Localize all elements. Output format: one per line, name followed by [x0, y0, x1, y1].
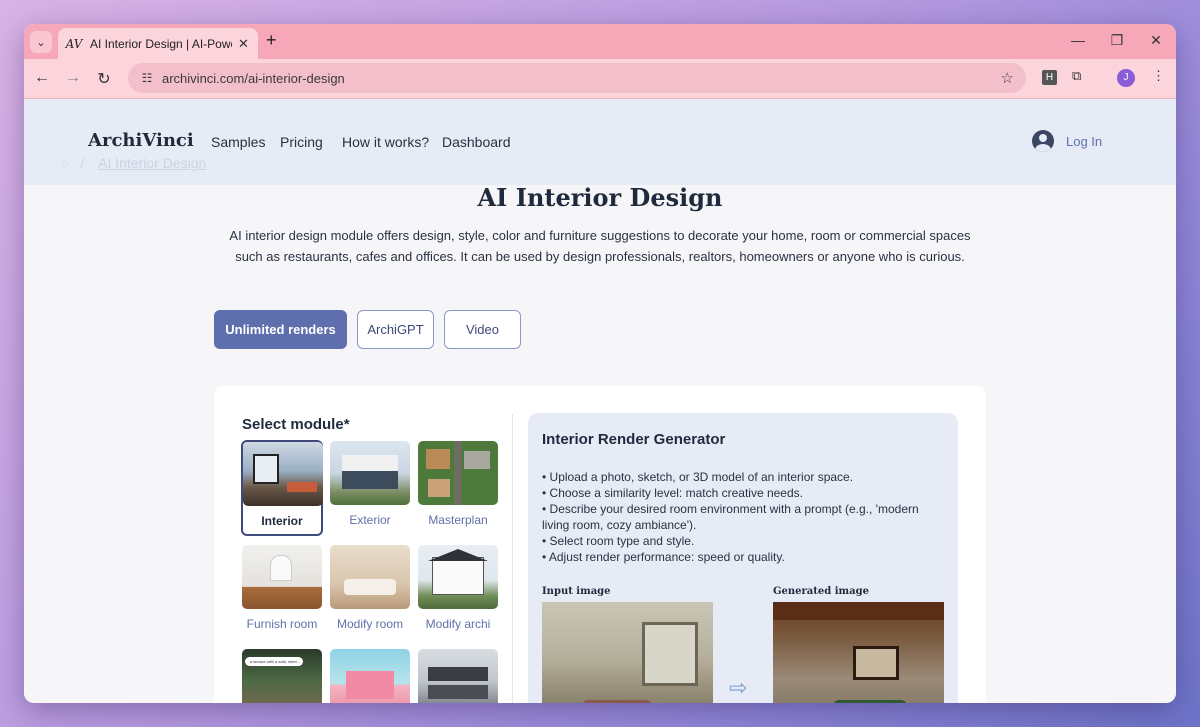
card-divider [512, 414, 513, 703]
tab-unlimited-renders[interactable]: Unlimited renders [214, 310, 347, 349]
nav-dashboard[interactable]: Dashboard [442, 134, 511, 150]
restore-icon[interactable]: ❐ [1107, 32, 1127, 49]
list-item: Describe your desired room environment w… [542, 501, 942, 533]
site-settings-icon[interactable]: ☷ [138, 71, 156, 85]
module-masterplan[interactable]: Masterplan [417, 441, 499, 527]
address-bar[interactable]: ☷ archivinci.com/ai-interior-design ☆ [128, 63, 1026, 93]
intro-text: AI interior design module offers design,… [229, 228, 971, 264]
list-item: Choose a similarity level: match creativ… [542, 485, 942, 501]
module-label-modify-archi: Modify archi [425, 617, 491, 631]
window-close-icon[interactable]: ✕ [1146, 32, 1166, 49]
list-item: Adjust render performance: speed or qual… [542, 549, 942, 565]
browser-window: ⌄ AV AI Interior Design | AI-Powered ✕ +… [24, 24, 1176, 703]
modify-room-thumbnail [330, 545, 410, 609]
tab-title: AI Interior Design | AI-Powered [90, 36, 232, 51]
module-label-interior: Interior [261, 514, 303, 528]
exterior-thumbnail [330, 441, 410, 505]
generator-card: Select module* Interior Exterior Masterp… [214, 386, 986, 703]
back-icon[interactable]: ← [32, 69, 52, 87]
interior-thumbnail [243, 442, 323, 506]
login-link[interactable]: Log In [1066, 134, 1102, 149]
browser-tab[interactable]: AV AI Interior Design | AI-Powered ✕ [58, 28, 258, 59]
module-label-furnish-room: Furnish room [246, 617, 318, 631]
generated-sample-image [773, 602, 944, 703]
pink-house-thumbnail [330, 649, 410, 703]
generated-image-label: Generated image [773, 586, 869, 597]
generator-instructions: Upload a photo, sketch, or 3D model of a… [542, 469, 942, 565]
input-sample-image [542, 602, 713, 703]
tab-strip: ⌄ AV AI Interior Design | AI-Powered ✕ +… [24, 24, 1176, 59]
tab-archigpt[interactable]: ArchiGPT [357, 310, 434, 349]
home-icon[interactable]: ⌂ [61, 156, 68, 170]
breadcrumb: ⌂ / AI Interior Design [61, 155, 206, 171]
login-area[interactable]: Log In [1032, 130, 1102, 152]
breadcrumb-current[interactable]: AI Interior Design [98, 155, 206, 171]
site-logo[interactable]: ArchiVinci [88, 130, 194, 151]
nav-samples[interactable]: Samples [211, 134, 265, 150]
select-module-title: Select module* [242, 416, 350, 433]
reload-icon[interactable]: ↻ [94, 69, 114, 89]
user-icon [1032, 130, 1054, 152]
forward-icon[interactable]: → [63, 69, 83, 87]
list-item: Select room type and style. [542, 533, 942, 549]
modern-building-thumbnail [418, 649, 498, 703]
site-header: ArchiVinci Samples Pricing How it works?… [24, 99, 1176, 185]
module-furnish-room[interactable]: Furnish room [241, 545, 323, 631]
web-page: ArchiVinci Samples Pricing How it works?… [24, 99, 1176, 703]
extensions-puzzle-icon[interactable]: ⧉ [1072, 68, 1081, 84]
module-label-exterior: Exterior [349, 513, 391, 527]
minimize-icon[interactable]: — [1068, 32, 1088, 48]
chevron-down-icon: ⌄ [36, 36, 46, 49]
browser-toolbar: ← → ↻ ☷ archivinci.com/ai-interior-desig… [24, 59, 1176, 99]
arrow-right-icon: ⇨ [729, 675, 748, 700]
nav-how-it-works[interactable]: How it works? [342, 134, 429, 150]
module-row3-b[interactable] [329, 649, 411, 703]
mode-tabs: Unlimited renders ArchiGPT Video [214, 310, 521, 349]
module-interior[interactable]: Interior [241, 440, 323, 536]
modify-archi-thumbnail [418, 545, 498, 609]
module-label-masterplan: Masterplan [428, 513, 488, 527]
module-exterior[interactable]: Exterior [329, 441, 411, 527]
terrace-thumbnail: a terrace with a sofa, interi... [242, 649, 322, 703]
list-item: Upload a photo, sketch, or 3D model of a… [542, 469, 942, 485]
bookmark-star-icon[interactable]: ☆ [1001, 69, 1014, 87]
new-tab-button[interactable]: + [266, 30, 277, 51]
generator-panel: Interior Render Generator Upload a photo… [528, 413, 958, 703]
url-text: archivinci.com/ai-interior-design [162, 70, 345, 86]
profile-avatar[interactable]: J [1117, 69, 1135, 87]
breadcrumb-separator: / [80, 155, 85, 171]
module-modify-archi[interactable]: Modify archi [417, 545, 499, 631]
thumb-caption: a terrace with a sofa, interi... [245, 657, 303, 666]
module-row3-c[interactable] [417, 649, 499, 703]
nav-pricing[interactable]: Pricing [280, 134, 323, 150]
site-favicon-icon: AV [65, 36, 83, 51]
module-modify-room[interactable]: Modify room [329, 545, 411, 631]
masterplan-thumbnail [418, 441, 498, 505]
furnish-room-thumbnail [242, 545, 322, 609]
module-row3-a[interactable]: a terrace with a sofa, interi... [241, 649, 323, 703]
tab-search-button[interactable]: ⌄ [30, 31, 52, 53]
tab-video[interactable]: Video [444, 310, 521, 349]
input-image-label: Input image [542, 586, 611, 597]
generator-title: Interior Render Generator [542, 431, 726, 448]
module-label-modify-room: Modify room [336, 617, 404, 631]
close-icon[interactable]: ✕ [238, 36, 249, 52]
page-title: AI Interior Design [477, 183, 723, 212]
more-menu-icon[interactable]: ⋮ [1152, 68, 1165, 84]
extension-h-icon[interactable]: H [1042, 70, 1057, 85]
